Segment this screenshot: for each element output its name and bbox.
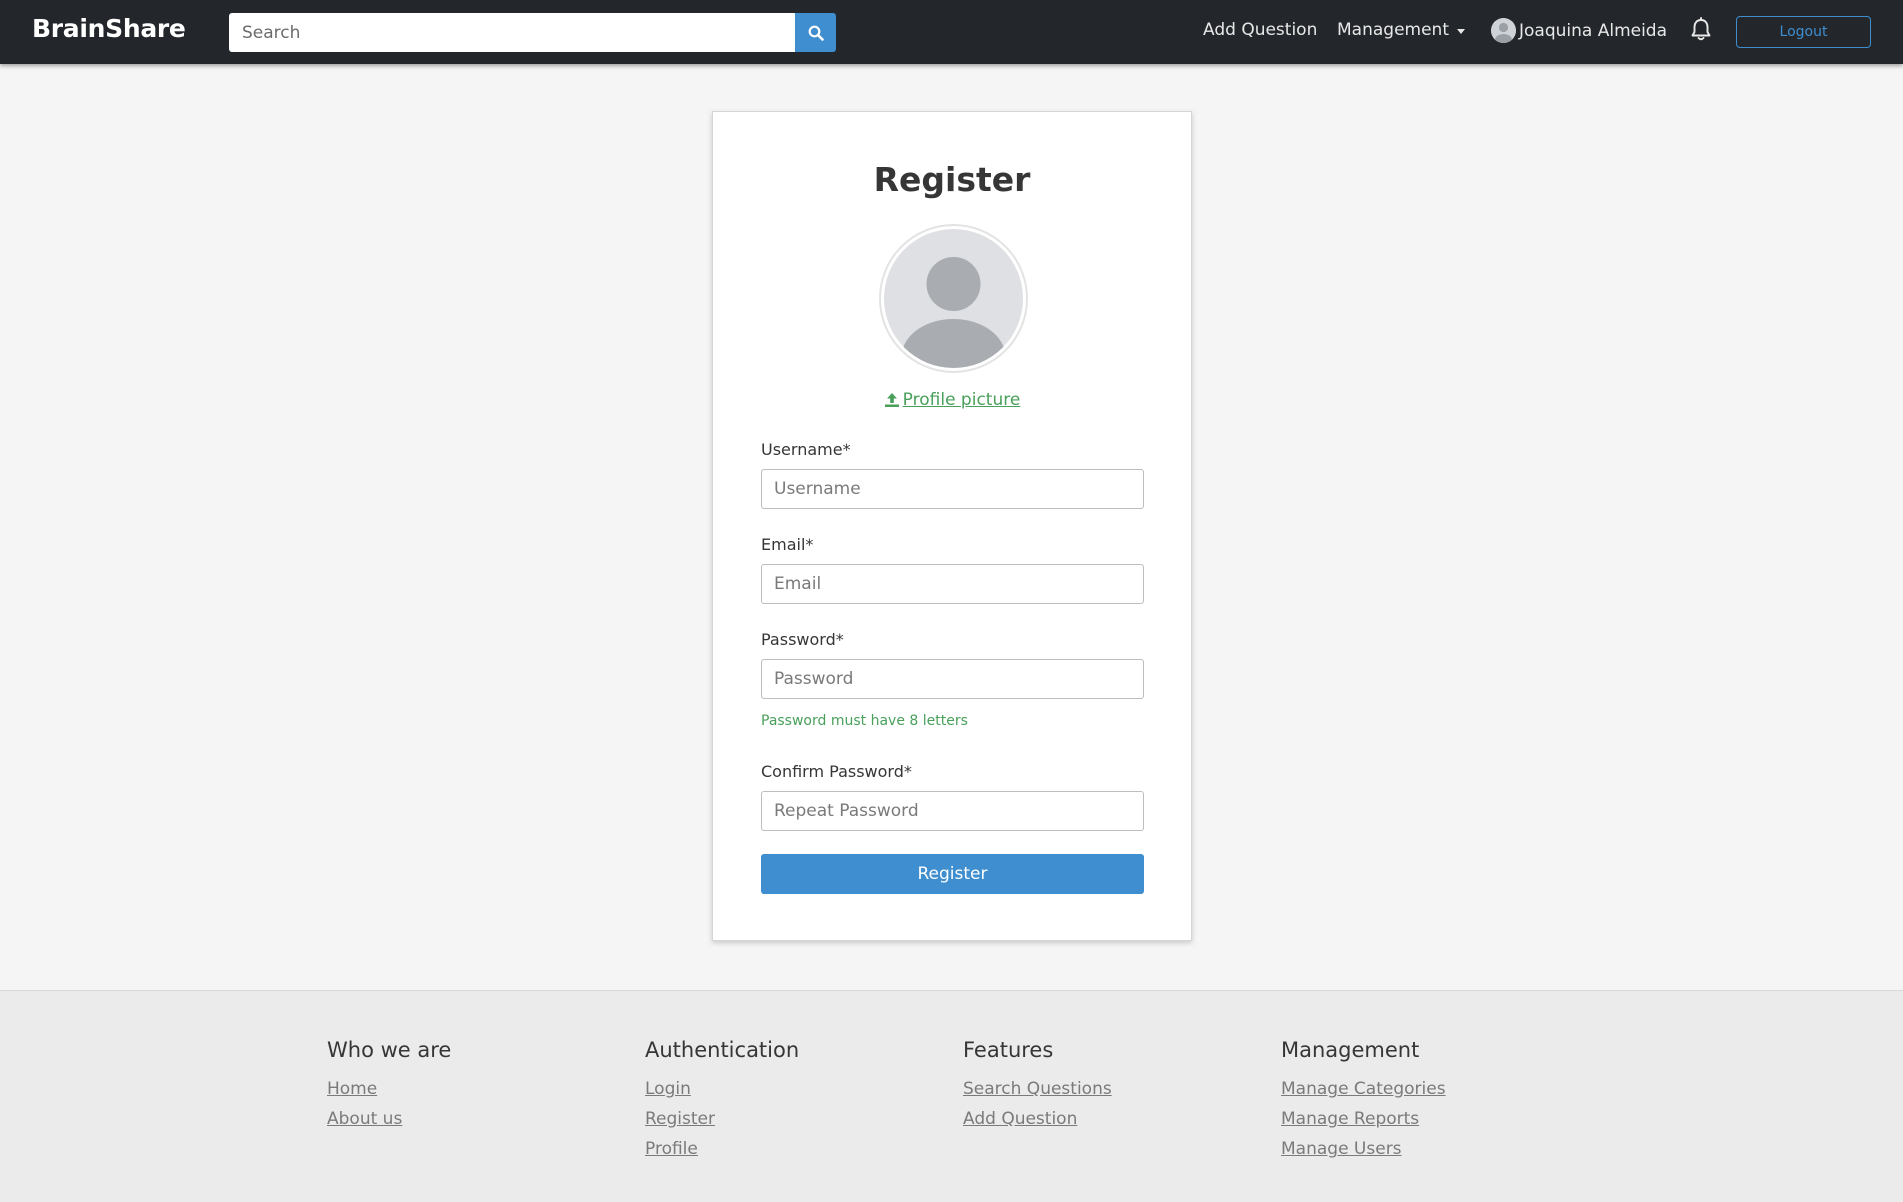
upload-label: Profile picture [902, 390, 1021, 410]
footer-col-authentication: Authentication Login Register Profile [645, 1038, 799, 1169]
page-title: Register [873, 160, 1031, 199]
nav-management-label: Management [1337, 20, 1449, 40]
email-input[interactable] [761, 564, 1144, 604]
footer-link-login[interactable]: Login [645, 1079, 799, 1100]
footer-link-register[interactable]: Register [645, 1109, 799, 1130]
nav-management-dropdown[interactable]: Management [1337, 20, 1465, 40]
search-button[interactable] [795, 13, 836, 52]
upload-icon [884, 393, 899, 407]
caret-down-icon [1457, 28, 1465, 34]
footer-col-management: Management Manage Categories Manage Repo… [1281, 1038, 1446, 1169]
user-avatar-icon [1491, 18, 1516, 43]
nav-user-profile[interactable]: Joaquina Almeida [1491, 18, 1667, 43]
brand-logo[interactable]: BrainShare [32, 14, 186, 43]
footer-link-manage-categories[interactable]: Manage Categories [1281, 1079, 1446, 1100]
email-label: Email* [761, 535, 814, 554]
confirm-password-input[interactable] [761, 791, 1144, 831]
search-bar [229, 13, 836, 52]
footer-link-profile[interactable]: Profile [645, 1139, 799, 1160]
footer-heading: Management [1281, 1038, 1420, 1062]
footer-col-features: Features Search Questions Add Question [963, 1038, 1112, 1139]
navbar: BrainShare Add Question Management Joaqu… [0, 0, 1903, 64]
footer-col-who-we-are: Who we are Home About us [327, 1038, 451, 1139]
footer-link-add-question[interactable]: Add Question [963, 1109, 1112, 1130]
nav-add-question[interactable]: Add Question [1203, 20, 1317, 40]
password-label: Password* [761, 630, 844, 649]
footer: Who we are Home About us Authentication … [0, 990, 1903, 1202]
username-label: Username* [761, 440, 851, 459]
footer-link-search-questions[interactable]: Search Questions [963, 1079, 1112, 1100]
footer-heading: Who we are [327, 1038, 452, 1062]
nav-user-name: Joaquina Almeida [1519, 20, 1668, 41]
search-icon [808, 25, 824, 41]
register-card: Register Profile picture Username* Email… [712, 111, 1192, 941]
search-input[interactable] [229, 13, 795, 52]
bell-icon[interactable] [1689, 17, 1713, 47]
profile-placeholder-icon [884, 229, 1023, 368]
logout-button[interactable]: Logout [1736, 16, 1871, 48]
footer-heading: Features [963, 1038, 1054, 1062]
username-input[interactable] [761, 469, 1144, 509]
footer-link-home[interactable]: Home [327, 1079, 451, 1100]
password-input[interactable] [761, 659, 1144, 699]
footer-heading: Authentication [645, 1038, 800, 1062]
register-button[interactable]: Register [761, 854, 1144, 894]
profile-picture-preview [879, 224, 1028, 373]
upload-profile-picture-link[interactable]: Profile picture [713, 390, 1191, 410]
confirm-password-label: Confirm Password* [761, 762, 912, 781]
footer-link-manage-reports[interactable]: Manage Reports [1281, 1109, 1446, 1130]
footer-link-manage-users[interactable]: Manage Users [1281, 1139, 1446, 1160]
password-hint: Password must have 8 letters [761, 713, 968, 729]
footer-link-about[interactable]: About us [327, 1109, 451, 1130]
